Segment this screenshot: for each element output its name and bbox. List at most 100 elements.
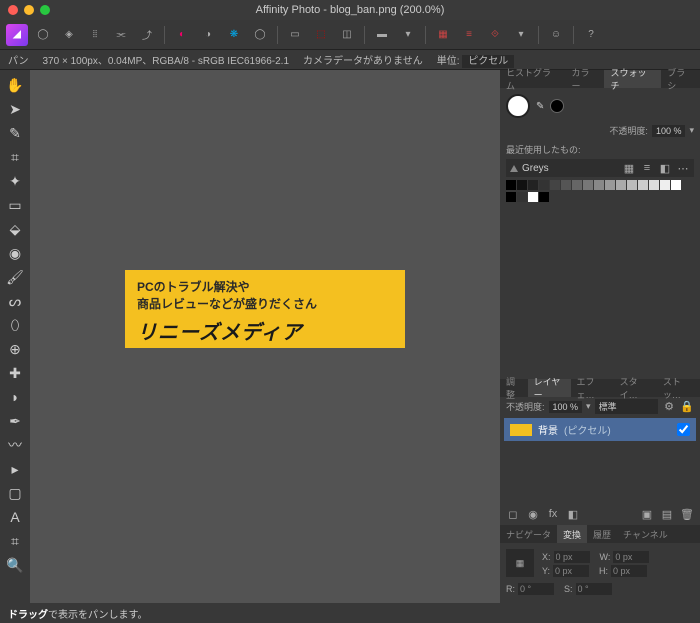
close-window-button[interactable] — [8, 5, 18, 15]
s-input[interactable] — [576, 583, 612, 595]
marquee-tool-icon[interactable]: ▭ — [4, 194, 26, 216]
blend-icon[interactable]: ◧ — [566, 507, 580, 521]
swatch-item[interactable] — [528, 180, 538, 190]
tab-styles[interactable]: スタイ… — [614, 379, 657, 397]
x-input[interactable] — [554, 551, 590, 563]
recent-swatch-item[interactable] — [517, 192, 527, 202]
layer-opacity-dropdown-icon[interactable]: ▾ — [586, 401, 591, 412]
layer-opacity-value[interactable]: 100 % — [549, 401, 583, 413]
opacity-value[interactable]: 100 % — [652, 125, 686, 137]
persona-export-icon[interactable]: ⤴ — [136, 24, 158, 46]
swatch-item[interactable] — [594, 180, 604, 190]
opacity-dropdown-icon[interactable]: ▾ — [689, 125, 694, 136]
swatch-item[interactable] — [539, 180, 549, 190]
crop-tool-icon[interactable]: ⌗ — [4, 146, 26, 168]
tab-color[interactable]: カラー — [566, 70, 605, 88]
crop-dropdown-icon[interactable]: ▾ — [397, 24, 419, 46]
crop-rotate-icon[interactable]: ▬ — [371, 24, 393, 46]
palette-disclosure-icon[interactable] — [510, 165, 518, 172]
zoom-tool-icon[interactable]: 🔍 — [4, 554, 26, 576]
swatch-grid-icon[interactable]: ▦ — [622, 161, 636, 175]
delete-layer-icon[interactable]: 🗑 — [680, 507, 694, 521]
minimize-window-button[interactable] — [24, 5, 34, 15]
arrange-dropdown-icon[interactable]: ▾ — [510, 24, 532, 46]
swatch-item[interactable] — [660, 180, 670, 190]
swatch-item[interactable] — [517, 180, 527, 190]
tab-stock[interactable]: ストッ… — [657, 379, 700, 397]
swatch-item[interactable] — [627, 180, 637, 190]
swatch-item[interactable] — [616, 180, 626, 190]
swatch-item[interactable] — [561, 180, 571, 190]
brush-tool-icon[interactable]: 🖌 — [4, 266, 26, 288]
persona-photo-icon[interactable]: ◯ — [32, 24, 54, 46]
mask-icon[interactable]: ◻ — [506, 507, 520, 521]
flood-tool-icon[interactable]: ⬙ — [4, 218, 26, 240]
background-color-swatch[interactable] — [550, 99, 564, 113]
node-tool-icon[interactable]: ▸ — [4, 458, 26, 480]
text-tool-icon[interactable]: A — [4, 506, 26, 528]
swatch-item[interactable] — [671, 180, 681, 190]
group-icon[interactable]: ▣ — [640, 507, 654, 521]
tab-history[interactable]: 履歴 — [587, 525, 617, 543]
eyedropper-icon[interactable]: ✎ — [536, 101, 544, 112]
move-tool-icon[interactable]: ➤ — [4, 98, 26, 120]
swatch-item[interactable] — [583, 180, 593, 190]
h-input[interactable] — [611, 565, 647, 577]
selection-brush-tool-icon[interactable]: ✦ — [4, 170, 26, 192]
dodge-tool-icon[interactable]: ◗ — [4, 386, 26, 408]
r-input[interactable] — [518, 583, 554, 595]
anchor-grid[interactable]: ▦ — [506, 549, 534, 577]
w-input[interactable] — [613, 551, 649, 563]
fx-icon[interactable]: fx — [546, 507, 560, 521]
tab-layers[interactable]: レイヤー — [528, 379, 571, 397]
adjust-hue-icon[interactable]: ❋ — [223, 24, 245, 46]
mesh-tool-icon[interactable]: ⌗ — [4, 530, 26, 552]
erase-tool-icon[interactable]: ⬯ — [4, 314, 26, 336]
smudge-tool-icon[interactable]: 〰 — [4, 434, 26, 456]
color-picker-tool-icon[interactable]: ✎ — [4, 122, 26, 144]
tab-transform[interactable]: 変換 — [557, 525, 587, 543]
clone-tool-icon[interactable]: ⊕ — [4, 338, 26, 360]
adjust-soft-icon[interactable]: ◯ — [249, 24, 271, 46]
assistant-icon[interactable]: ☺ — [545, 24, 567, 46]
swatch-item[interactable] — [638, 180, 648, 190]
persona-develop-icon[interactable]: ⦙⦙ — [84, 24, 106, 46]
gradient-tool-icon[interactable]: ◉ — [4, 242, 26, 264]
tab-channels[interactable]: チャンネル — [617, 525, 674, 543]
tab-histogram[interactable]: ヒストグラム — [500, 70, 566, 88]
mixer-brush-tool-icon[interactable]: ᔕ — [4, 290, 26, 312]
palette-name[interactable]: Greys — [522, 163, 618, 174]
healing-tool-icon[interactable]: ✚ — [4, 362, 26, 384]
selection-marquee-icon[interactable]: ▭ — [284, 24, 306, 46]
swatch-item[interactable] — [550, 180, 560, 190]
adjust-levels-icon[interactable]: ◐ — [171, 24, 193, 46]
selection-invert-icon[interactable]: ◫ — [336, 24, 358, 46]
selection-refine-icon[interactable]: ⬚ — [310, 24, 332, 46]
persona-tone-icon[interactable]: ⫘ — [110, 24, 132, 46]
persona-liquify-icon[interactable]: ◈ — [58, 24, 80, 46]
tab-effects[interactable]: エフェ… — [571, 379, 614, 397]
shape-tool-icon[interactable]: ▢ — [4, 482, 26, 504]
foreground-color-swatch[interactable] — [506, 94, 530, 118]
swatch-item[interactable] — [572, 180, 582, 190]
arrange-align-icon[interactable]: ≡ — [458, 24, 480, 46]
layer-visibility-checkbox[interactable] — [677, 423, 690, 436]
arrange-snap-icon[interactable]: ⟐ — [484, 24, 506, 46]
layer-item[interactable]: 背景 (ピクセル) — [504, 418, 696, 441]
swatch-item[interactable] — [605, 180, 615, 190]
canvas-viewport[interactable]: PCのトラブル解決や 商品レビューなどが盛りだくさん リニーズメディア — [30, 70, 500, 603]
recent-swatch-item[interactable] — [539, 192, 549, 202]
recent-swatch-item[interactable] — [506, 192, 516, 202]
adjust-bw-icon[interactable]: ◑ — [197, 24, 219, 46]
swatch-menu-icon[interactable]: ⋯ — [676, 161, 690, 175]
pen-tool-icon[interactable]: ✒ — [4, 410, 26, 432]
add-layer-icon[interactable]: ▤ — [660, 507, 674, 521]
layer-lock-icon[interactable]: 🔒 — [680, 400, 694, 414]
swatch-list-icon[interactable]: ≡ — [640, 161, 654, 175]
tab-adjustments[interactable]: 調整 — [500, 379, 528, 397]
layer-cog-icon[interactable]: ⚙ — [662, 400, 676, 414]
adjustment-icon[interactable]: ◉ — [526, 507, 540, 521]
swatch-item[interactable] — [649, 180, 659, 190]
tab-brushes[interactable]: ブラシ — [661, 70, 700, 88]
swatch-item[interactable] — [506, 180, 516, 190]
